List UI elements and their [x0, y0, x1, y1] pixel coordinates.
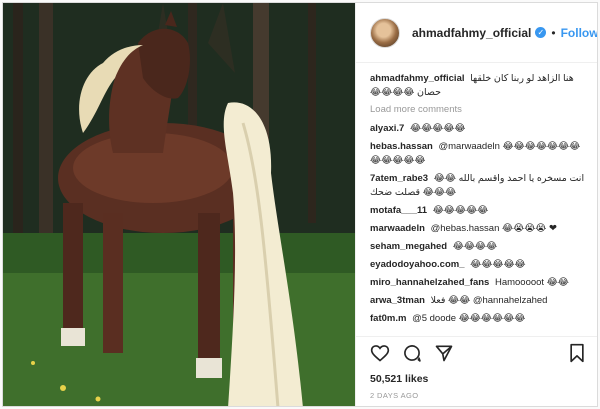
comment-item: arwa_3tman فعلا 😂😂 @hannahelzahed — [370, 294, 586, 308]
horse-illustration — [3, 3, 355, 406]
comment-text: فعلا 😂😂 @hannahelzahed — [430, 295, 548, 306]
caption-username[interactable]: ahmadfahmy_official — [370, 73, 465, 84]
post-photo[interactable] — [3, 3, 355, 406]
verified-badge-icon: ✓ — [535, 27, 547, 38]
comment-username[interactable]: 7atem_rabe3 — [370, 173, 428, 184]
comments-list[interactable]: ahmadfahmy_official هنا الزاهد لو ربنا ك… — [356, 64, 597, 336]
comment-username[interactable]: motafa___11 — [370, 205, 427, 216]
action-icons-row — [370, 343, 586, 368]
avatar[interactable] — [370, 17, 400, 48]
comment-text: 😂😂😂😂 — [452, 241, 498, 252]
comment-username[interactable]: fat0m.m — [370, 313, 406, 324]
separator-dot: • — [551, 25, 556, 40]
comment-item: motafa___11 😂😂😂😂😂 — [370, 204, 586, 218]
comment-text: 😂😂😂😂😂 — [409, 123, 466, 134]
post-side-panel: ahmadfahmy_official ✓ • Follow ahmadfahm… — [355, 3, 597, 406]
caption: ahmadfahmy_official هنا الزاهد لو ربنا ك… — [370, 72, 586, 100]
comment-item: alyaxi.7 😂😂😂😂😂 — [370, 122, 586, 136]
comment-username[interactable]: marwaadeln — [370, 223, 425, 234]
comment-item: hebas.hassan @marwaadeln 😂😂😂😂😂😂😂😂😂😂😂😂 — [370, 140, 586, 168]
comment-username[interactable]: arwa_3tman — [370, 295, 425, 306]
post-header: ahmadfahmy_official ✓ • Follow — [356, 3, 597, 63]
comment-item: seham_megahed 😂😂😂😂 — [370, 240, 586, 254]
comment-item: marwaadeln @hebas.hassan 😂😭😭😭 ❤ — [370, 222, 586, 236]
comment-username[interactable]: seham_megahed — [370, 241, 447, 252]
comment-username[interactable]: miro_hannahelzahed_fans — [370, 277, 489, 288]
comment-item: miro_hannahelzahed_fans Hamooooot 😂😂 — [370, 276, 586, 290]
comment-text: Hamooooot 😂😂 — [494, 277, 569, 288]
comment-username[interactable]: alyaxi.7 — [370, 123, 404, 134]
comment-text: 😂😂😂😂😂 — [470, 259, 526, 270]
bookmark-icon[interactable] — [568, 343, 586, 368]
comment-item: 7atem_rabe3 انت مسخره يا احمد واقسم بالل… — [370, 172, 586, 200]
post-actions: 50,521 likes 2 DAYS AGO — [356, 336, 597, 406]
comment-item: fat0m.m @5 doode 😂😂😂😂😂😂 — [370, 312, 586, 326]
post-timestamp[interactable]: 2 DAYS AGO — [370, 391, 586, 400]
comment-text: @hebas.hassan 😂😭😭😭 ❤ — [430, 223, 558, 234]
follow-button[interactable]: Follow — [561, 26, 597, 40]
header-username[interactable]: ahmadfahmy_official — [412, 26, 531, 40]
comment-item: eyadodoyahoo.com_ 😂😂😂😂😂 — [370, 258, 586, 272]
comment-text: @5 doode 😂😂😂😂😂😂 — [412, 313, 526, 324]
comment-icon[interactable] — [402, 343, 422, 368]
likes-count[interactable]: 50,521 likes — [370, 373, 586, 385]
comment-username[interactable]: eyadodoyahoo.com_ — [370, 259, 465, 270]
comment-username[interactable]: hebas.hassan — [370, 141, 433, 152]
comment-text: 😂😂😂😂😂 — [432, 205, 489, 216]
share-icon[interactable] — [434, 343, 454, 368]
load-more-comments-link[interactable]: Load more comments — [370, 104, 586, 115]
heart-icon[interactable] — [370, 343, 390, 368]
instagram-post-frame: ahmadfahmy_official ✓ • Follow ahmadfahm… — [2, 2, 598, 407]
